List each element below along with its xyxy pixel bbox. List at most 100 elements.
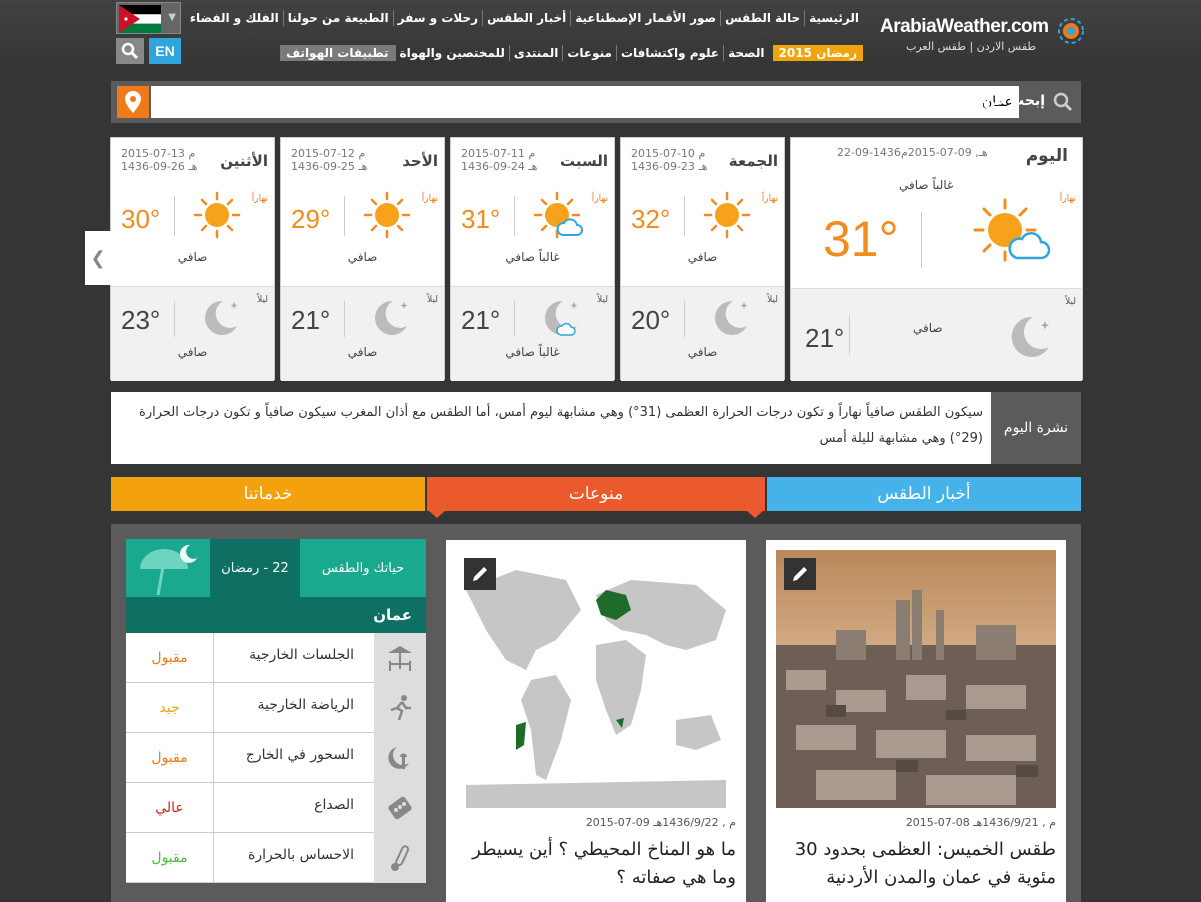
bulletin-title: نشرة اليوم: [991, 392, 1081, 464]
forecast-night-condition: صافي: [177, 345, 208, 359]
nav-weather-news[interactable]: أخبار الطقس: [482, 10, 570, 26]
crescent-moon-icon: [545, 300, 578, 336]
umbrella-moon-icon: [126, 539, 210, 597]
search-icon: [121, 42, 139, 60]
nav-travel[interactable]: رحلات و سفر: [392, 10, 482, 26]
life-row-label: الصداع: [314, 797, 354, 813]
nav-forum[interactable]: المنتدى: [508, 45, 562, 61]
location-search-input[interactable]: [151, 86, 1019, 118]
forecast-hijri-date: 1436-09-24 هـ: [461, 160, 538, 173]
day-label: نهاراً: [251, 194, 268, 204]
forecast-day-name: السبت: [559, 152, 608, 170]
forecast-gregorian-date: 2015-07-11 م: [461, 147, 536, 160]
life-row-value: عالي: [126, 783, 214, 833]
forecast-temp-day: 29°: [291, 204, 331, 234]
nav-ramadan[interactable]: رمضان 2015: [772, 45, 863, 61]
life-row-label: الجلسات الخارجية: [249, 647, 354, 663]
forecast-temp-night: 21°: [461, 305, 501, 335]
life-row-label: الرياضة الخارجية: [257, 697, 355, 713]
thermometer-icon: [374, 833, 426, 883]
news-card[interactable]: 2015-07-09 م , 1436/9/22هـ ما هو المناخ …: [446, 540, 746, 902]
forecast-day-condition: صافي: [347, 250, 378, 264]
crescent-moon-icon: [205, 300, 238, 335]
forecast-temp-day: 31°: [461, 204, 501, 234]
nav-nature[interactable]: الطبيعة من حولنا: [282, 10, 393, 26]
nav-satellite[interactable]: صور الأقمار الإصطناعية: [570, 10, 720, 26]
life-weather-widget: حياتك والطقس 22 - رمضان عمان الجلسات الخ…: [126, 539, 426, 902]
nav-science[interactable]: علوم واكتشافات: [615, 45, 723, 61]
partly-cloudy-icon: [973, 198, 1051, 262]
nav-home[interactable]: الرئيسية: [804, 10, 863, 26]
night-label: ليلاً: [1065, 297, 1076, 307]
language-toggle[interactable]: EN: [149, 38, 181, 64]
news-date: 2015-07-09 م , 1436/9/22هـ: [585, 816, 736, 829]
nav-health[interactable]: الصحة: [723, 45, 768, 61]
site-logo[interactable]: ArabiaWeather.com طقس الاردن | طقس العرب: [878, 8, 1088, 56]
today-forecast-card: اليوم 22-09-1436هـ, 09-07-2015م غالباً ص…: [790, 137, 1083, 381]
forecast-temp-night: 20°: [631, 305, 671, 335]
life-weather-row[interactable]: السحور في الخارج مقبول: [126, 733, 426, 783]
partly-cloudy-icon: [533, 191, 583, 239]
life-weather-row[interactable]: الصداع عالي: [126, 783, 426, 833]
forecast-hijri-date: 1436-09-23 هـ: [631, 160, 708, 173]
sun-icon: [703, 191, 751, 239]
jordan-flag-icon: [119, 5, 161, 33]
edit-pencil-icon: [784, 558, 816, 590]
forecast-card: الجمعة 2015-07-10 م 1436-09-23 هـ نهاراً…: [620, 137, 785, 381]
news-image-amman[interactable]: [776, 550, 1056, 808]
outdoor-seating-icon: [374, 633, 426, 683]
secondary-nav: رمضان 2015 الصحة علوم واكتشافات منوعات ا…: [280, 45, 863, 61]
forecast-day-condition: صافي: [177, 250, 208, 264]
sun-icon: [193, 191, 241, 239]
life-row-value: جيد: [126, 683, 214, 733]
search-label: إبحث عن منطقتك: [921, 93, 1045, 109]
header-search-button[interactable]: [116, 38, 144, 64]
country-selector[interactable]: ▼: [116, 2, 181, 34]
forecast-card: الأثنين 2015-07-13 م 1436-09-26 هـ نهارا…: [110, 137, 275, 381]
forecast-hijri-date: 1436-09-25 هـ: [291, 160, 368, 173]
bulletin-text: سيكون الطقس صافياً نهاراً و تكون درجات ا…: [139, 405, 983, 446]
nav-professionals[interactable]: للمختصين والهواة: [394, 45, 509, 61]
chevron-left-icon: ❮: [90, 247, 106, 269]
map-pin-icon: [125, 91, 141, 113]
pills-icon: [374, 783, 426, 833]
life-weather-row[interactable]: الاحساس بالحرارة مقبول: [126, 833, 426, 883]
tab-pointer: [429, 511, 445, 518]
news-title[interactable]: طقس الخميس: العظمى بحدود 30 مئوية في عما…: [776, 836, 1056, 892]
life-row-value: مقبول: [126, 633, 214, 683]
location-search-bar: إبحث عن منطقتك: [111, 81, 1081, 123]
news-image-world-map[interactable]: [456, 550, 736, 808]
forecast-night-condition: صافي: [347, 345, 378, 359]
nav-mobile-apps[interactable]: تطبيقات الهواتف: [280, 45, 395, 61]
search-icon[interactable]: [1053, 92, 1073, 112]
tab-weather-news[interactable]: أخبار الطقس: [767, 477, 1081, 511]
life-row-label: السحور في الخارج: [245, 747, 354, 763]
nav-astronomy[interactable]: الفلك و الفضاء: [186, 10, 283, 26]
tab-misc[interactable]: منوعات: [427, 477, 765, 511]
ramadan-date: 22 - رمضان: [210, 539, 300, 597]
night-label: ليلاً: [597, 295, 608, 305]
forecast-temp-night: 21°: [291, 305, 331, 335]
news-card[interactable]: 2015-07-08 م , 1436/9/21هـ طقس الخميس: ا…: [766, 540, 1066, 902]
sun-icon: [363, 191, 411, 239]
day-label: نهاراً: [761, 194, 778, 204]
nav-misc[interactable]: منوعات: [562, 45, 616, 61]
forecast-hijri-date: 1436-09-26 هـ: [121, 160, 198, 173]
life-weather-row[interactable]: الجلسات الخارجية مقبول: [126, 633, 426, 683]
nav-weather-status[interactable]: حالة الطقس: [720, 10, 804, 26]
forecast-day-name: الجمعة: [728, 152, 778, 170]
news-title[interactable]: ما هو المناخ المحيطي ؟ أين يسيطر وما هي …: [456, 836, 736, 892]
location-pin-button[interactable]: [117, 86, 149, 118]
news-date: 2015-07-08 م , 1436/9/21هـ: [905, 816, 1056, 829]
life-city: عمان: [126, 597, 426, 633]
tab-pointer: [747, 511, 763, 518]
forecast-gregorian-date: 2015-07-13 م: [121, 147, 196, 160]
crescent-moon-icon: [715, 300, 748, 335]
forecast-night-condition: صافي: [687, 345, 718, 359]
today-day-name: اليوم: [1025, 146, 1068, 166]
life-weather-row[interactable]: الرياضة الخارجية جيد: [126, 683, 426, 733]
running-icon: [374, 683, 426, 733]
tab-services[interactable]: خدماتنا: [111, 477, 425, 511]
today-summary: غالباً صافي: [899, 178, 954, 192]
forecast-prev-button[interactable]: ❮: [85, 231, 111, 285]
